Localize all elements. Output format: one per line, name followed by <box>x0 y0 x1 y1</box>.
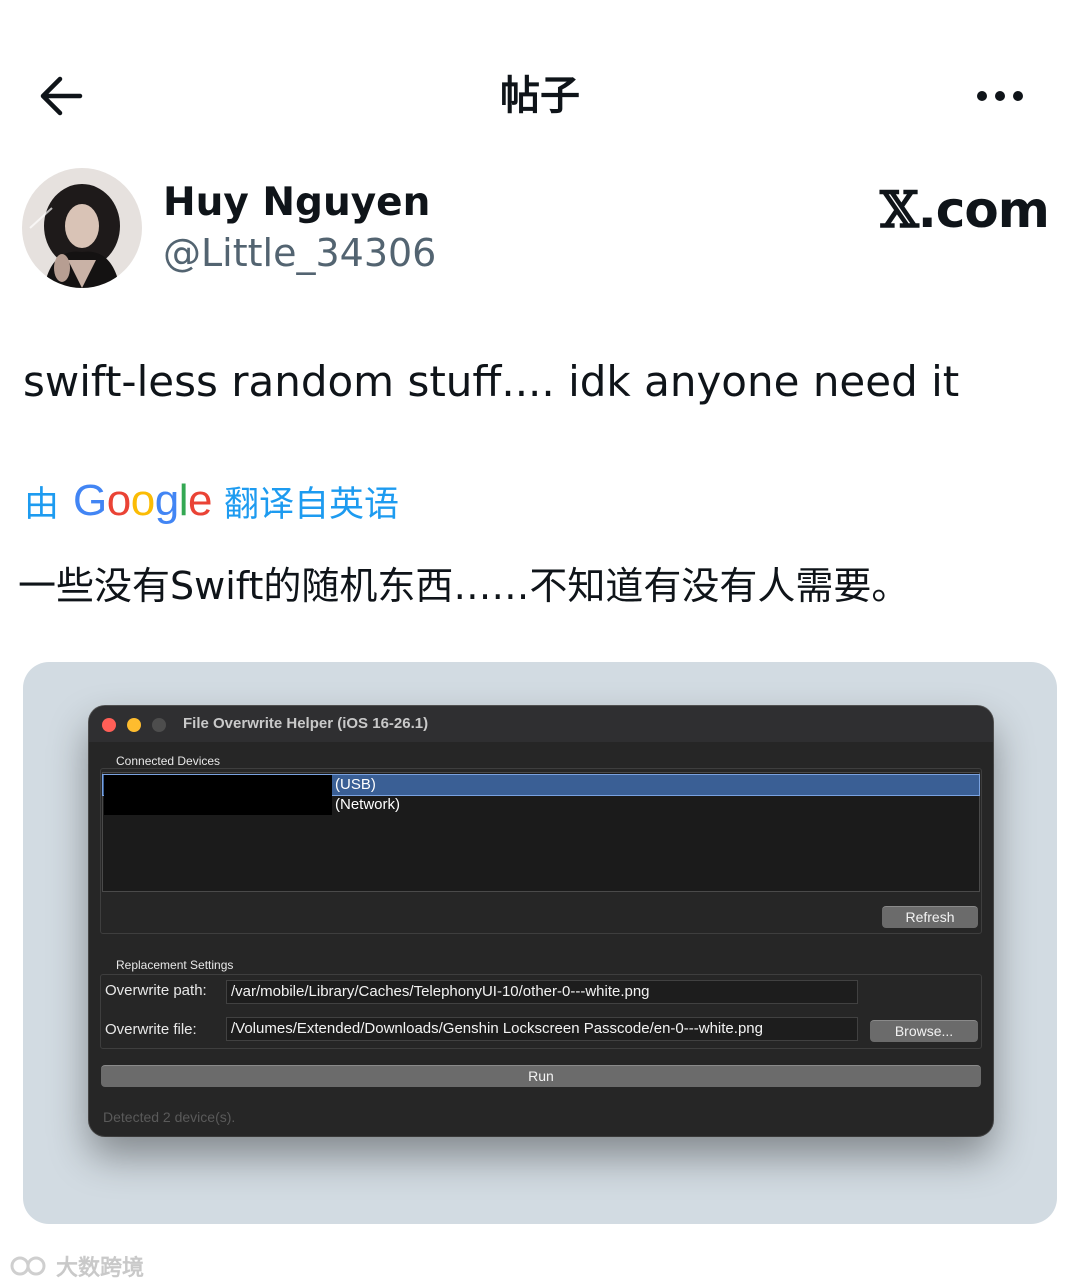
device-list[interactable]: (USB) (Network) <box>102 772 980 892</box>
overwrite-file-label: Overwrite file: <box>105 1021 197 1038</box>
device-connection-label: (Network) <box>335 796 401 813</box>
connected-devices-label: Connected Devices <box>116 754 221 768</box>
overwrite-path-label: Overwrite path: <box>105 982 207 999</box>
window-zoom-icon <box>152 718 166 732</box>
more-options-button[interactable] <box>970 80 1030 112</box>
watermark: 大数跨境 <box>8 1250 144 1282</box>
window-title: File Overwrite Helper (iOS 16-26.1) <box>183 715 429 732</box>
avatar[interactable] <box>22 168 142 288</box>
watermark-text: 大数跨境 <box>56 1256 145 1281</box>
device-row-network[interactable]: (Network) <box>103 795 979 815</box>
google-logo: Google <box>73 476 212 525</box>
source-watermark-text: .com <box>917 181 1050 239</box>
browse-button[interactable]: Browse... <box>870 1020 978 1042</box>
post-text: swift-less random stuff.... idk anyone n… <box>23 357 960 406</box>
device-connection-label: (USB) <box>335 776 376 793</box>
window-minimize-icon <box>127 718 141 732</box>
author-display-name[interactable]: Huy Nguyen <box>163 178 430 228</box>
window-titlebar: File Overwrite Helper (iOS 16-26.1) <box>89 706 993 742</box>
overwrite-path-field[interactable]: /var/mobile/Library/Caches/TelephonyUI-1… <box>226 980 858 1004</box>
page-title: 帖子 <box>500 73 580 119</box>
watermark-logo-icon <box>10 1256 46 1276</box>
redacted-device-name <box>104 795 332 815</box>
avatar-image <box>22 168 142 288</box>
window-close-icon <box>102 718 116 732</box>
refresh-button[interactable]: Refresh <box>882 906 978 928</box>
translate-by-label: 由 <box>24 484 60 525</box>
replacement-settings-label: Replacement Settings <box>116 958 234 972</box>
more-horizontal-icon <box>977 91 1023 101</box>
app-window: File Overwrite Helper (iOS 16-26.1) Conn… <box>89 706 993 1136</box>
run-button[interactable]: Run <box>101 1065 981 1087</box>
x-logo-icon: 𝕏 <box>880 180 919 239</box>
translation-attribution[interactable]: 由 Google 翻译自英语 <box>24 474 399 528</box>
translate-source-label: 翻译自英语 <box>223 484 399 525</box>
device-row-usb[interactable]: (USB) <box>102 774 980 796</box>
redacted-device-name <box>104 775 332 795</box>
post-media-image[interactable]: File Overwrite Helper (iOS 16-26.1) Conn… <box>23 662 1057 1224</box>
source-watermark: 𝕏.com <box>880 180 1050 240</box>
translated-post-text: 一些没有Swift的随机东西……不知道有没有人需要。 <box>18 564 910 608</box>
status-text: Detected 2 device(s). <box>103 1109 236 1125</box>
overwrite-file-field[interactable]: /Volumes/Extended/Downloads/Genshin Lock… <box>226 1017 858 1041</box>
author-handle[interactable]: @Little_34306 <box>163 228 436 278</box>
